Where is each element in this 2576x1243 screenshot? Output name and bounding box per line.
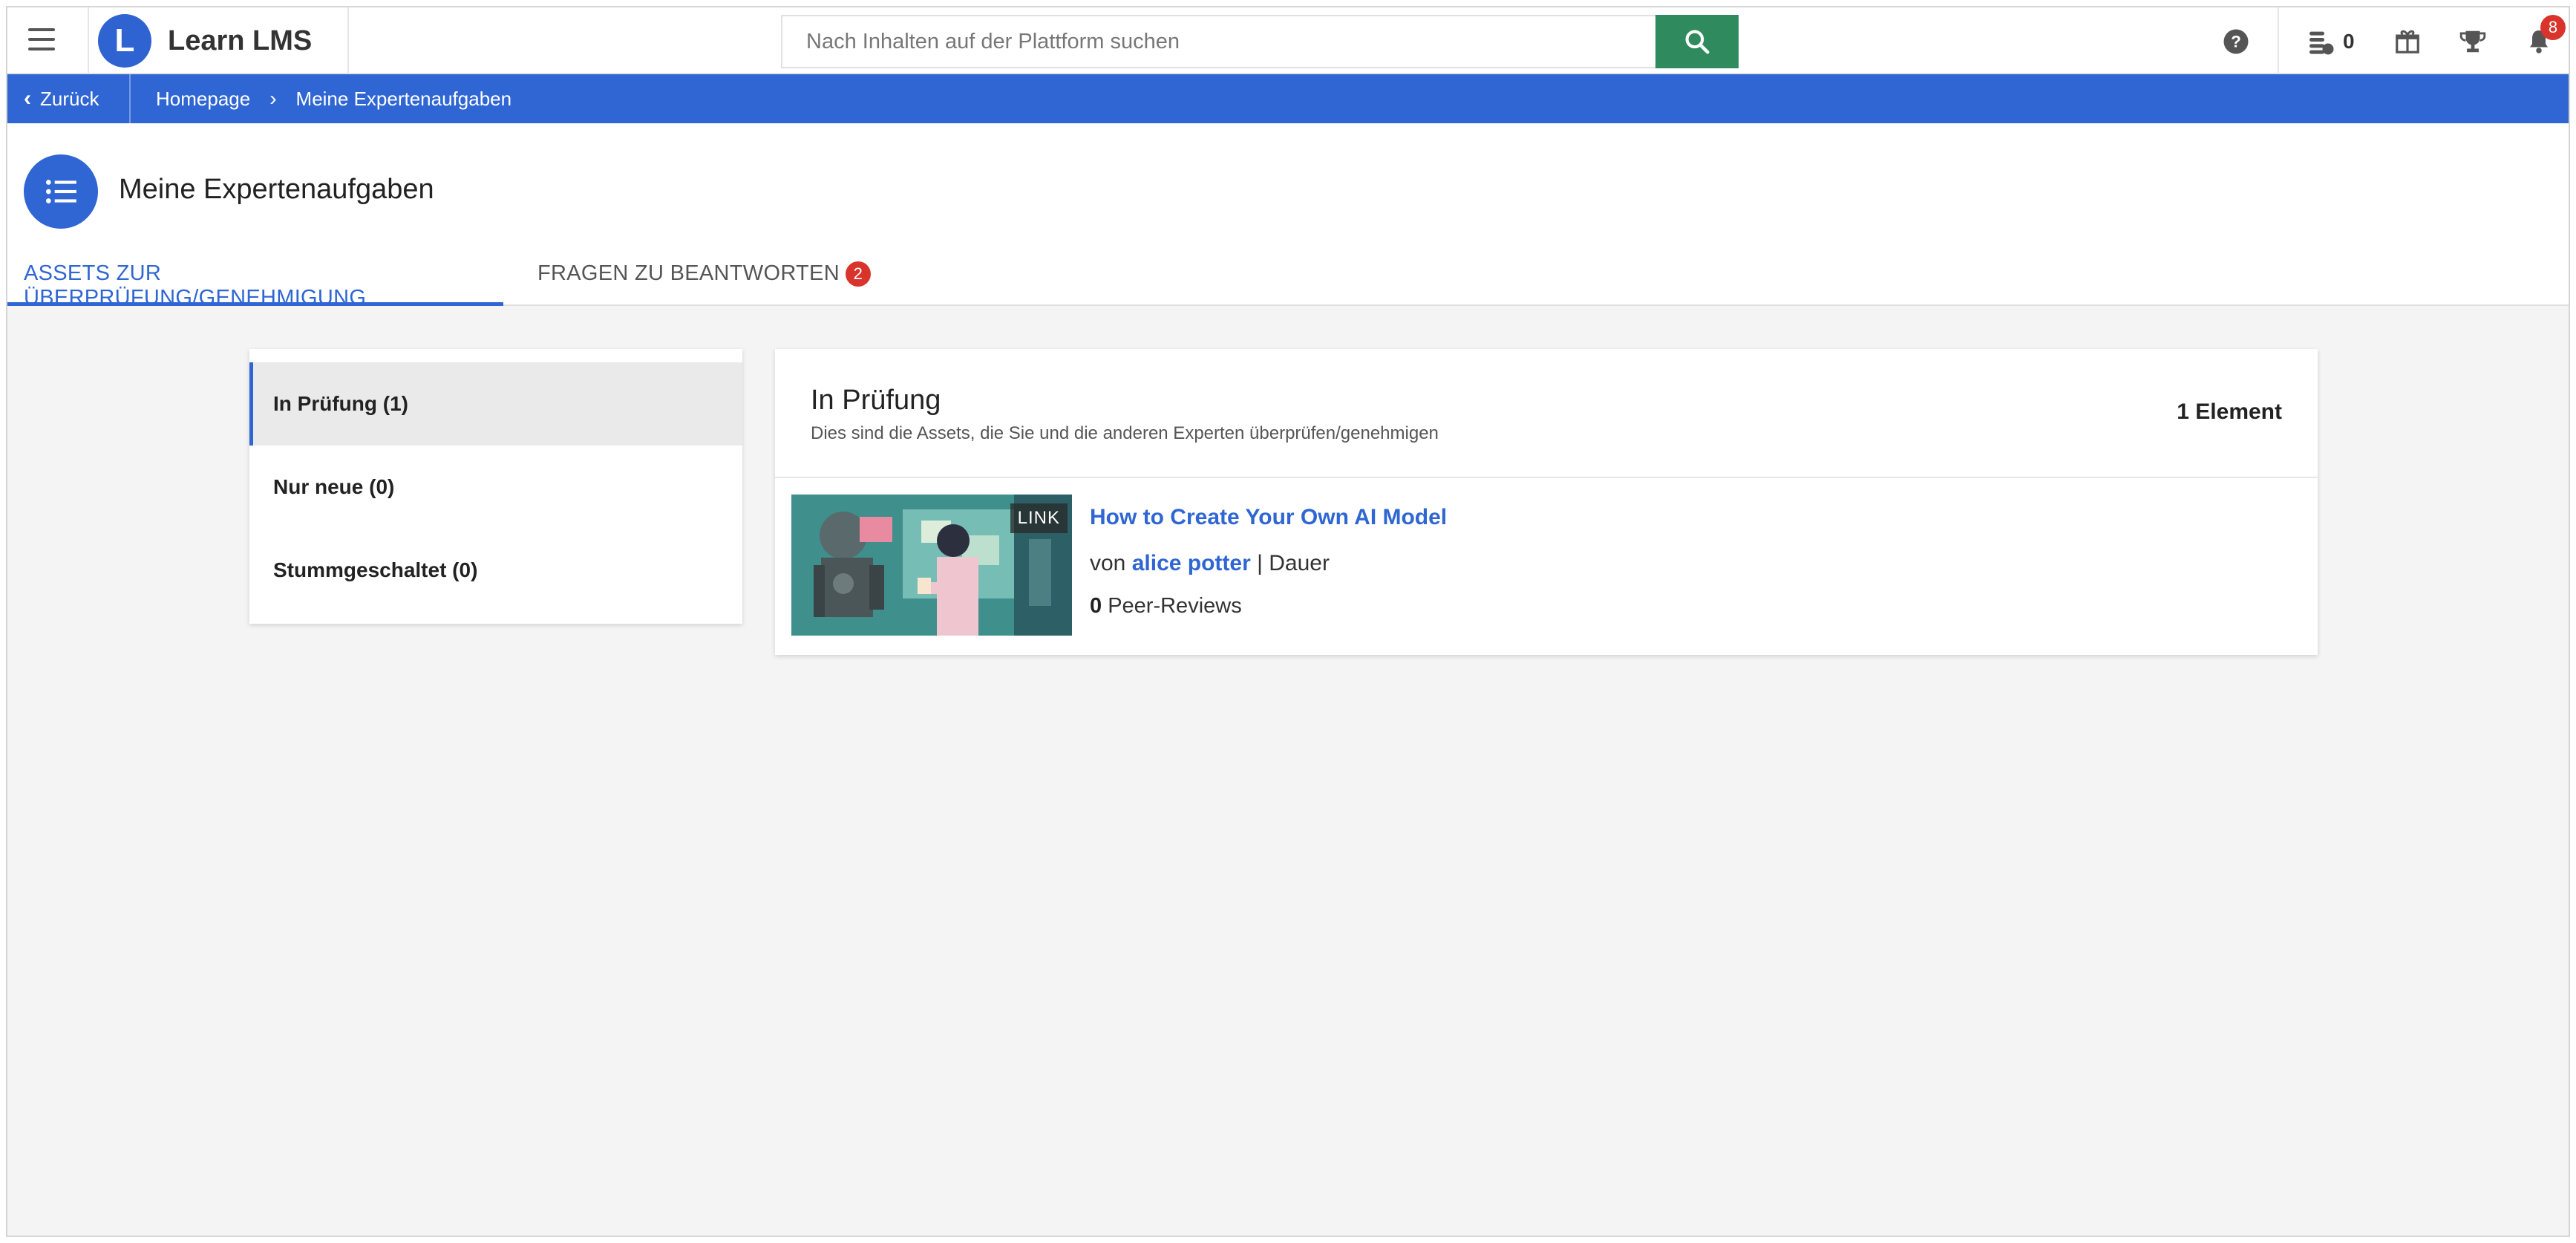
search-icon xyxy=(1685,30,1710,54)
brand[interactable]: L Learn LMS xyxy=(88,7,349,74)
help-icon[interactable]: ? xyxy=(2223,27,2249,56)
asset-type-badge: LINK xyxy=(1010,503,1068,533)
review-list: In Prüfung Dies sind die Assets, die Sie… xyxy=(775,349,2318,655)
tab-questions[interactable]: FRAGEN ZU BEANTWORTEN 2 xyxy=(537,254,871,306)
author-link[interactable]: alice potter xyxy=(1132,551,1251,575)
peer-reviews: 0 Peer-Reviews xyxy=(1090,594,1242,619)
list-icon xyxy=(24,154,98,229)
duration-label: Dauer xyxy=(1269,551,1330,575)
breadcrumb-homepage[interactable]: Homepage xyxy=(156,88,250,111)
tab-label: ASSETS ZUR ÜBERPRÜFUNG/GENEHMIGUNG xyxy=(24,261,367,310)
menu-icon[interactable] xyxy=(28,28,55,53)
filter-in-review[interactable]: In Prüfung (1) xyxy=(249,362,742,446)
coins-icon xyxy=(2309,31,2334,55)
app-name: Learn LMS xyxy=(168,25,313,56)
duration-separator: | xyxy=(1257,551,1263,575)
back-label: Zurück xyxy=(40,87,99,110)
breadcrumb-bar: ‹ Zurück Homepage › Meine Expertenaufgab… xyxy=(7,74,2569,123)
tab-badge: 2 xyxy=(845,261,871,287)
trophy-icon[interactable] xyxy=(2459,27,2487,56)
breadcrumb: Homepage › Meine Expertenaufgaben xyxy=(156,74,511,123)
breadcrumb-current: Meine Expertenaufgaben xyxy=(295,87,512,110)
chevron-right-icon: › xyxy=(269,87,277,110)
peer-reviews-label: Peer-Reviews xyxy=(1108,594,1242,618)
asset-thumbnail[interactable]: LINK xyxy=(791,495,1072,636)
svg-text:?: ? xyxy=(2231,33,2241,51)
top-bar: L Learn LMS ? xyxy=(7,7,2569,74)
coins-button[interactable]: 0 xyxy=(2306,27,2355,56)
page-title: Meine Expertenaufgaben xyxy=(119,174,434,205)
back-button[interactable]: ‹ Zurück xyxy=(24,74,99,123)
filter-panel: In Prüfung (1) Nur neue (0) Stummgeschal… xyxy=(249,349,742,624)
asset-title-link[interactable]: How to Create Your Own AI Model xyxy=(1090,505,1447,530)
list-title: In Prüfung xyxy=(811,385,941,416)
peer-reviews-count: 0 xyxy=(1090,594,1102,618)
list-count: 1 Element xyxy=(2177,399,2282,424)
notifications-button[interactable]: 8 xyxy=(2526,15,2566,56)
list-header: In Prüfung Dies sind die Assets, die Sie… xyxy=(775,349,2318,478)
search-button[interactable] xyxy=(1655,15,1739,68)
tab-label: FRAGEN ZU BEANTWORTEN xyxy=(537,261,840,285)
tab-assets-review[interactable]: ASSETS ZUR ÜBERPRÜFUNG/GENEHMIGUNG xyxy=(7,254,503,310)
asset-author-line: von alice potter | Dauer xyxy=(1090,551,1330,576)
coins-count: 0 xyxy=(2343,30,2355,53)
list-item: LINK How to Create Your Own AI Model von… xyxy=(791,495,2298,636)
app-window: L Learn LMS ? xyxy=(6,6,2570,1237)
notification-badge: 8 xyxy=(2540,15,2566,40)
page-header: Meine Expertenaufgaben ASSETS ZUR ÜBERPR… xyxy=(7,123,2569,310)
search-input[interactable] xyxy=(781,15,1655,68)
search-bar xyxy=(781,15,1739,68)
logo-icon: L xyxy=(98,14,151,68)
by-prefix: von xyxy=(1090,551,1126,575)
filter-muted[interactable]: Stummgeschaltet (0) xyxy=(249,529,742,612)
list-subtitle: Dies sind die Assets, die Sie und die an… xyxy=(811,423,1439,443)
chevron-left-icon: ‹ xyxy=(24,86,31,111)
filter-new-only[interactable]: Nur neue (0) xyxy=(249,446,742,529)
gift-icon[interactable] xyxy=(2393,27,2422,56)
